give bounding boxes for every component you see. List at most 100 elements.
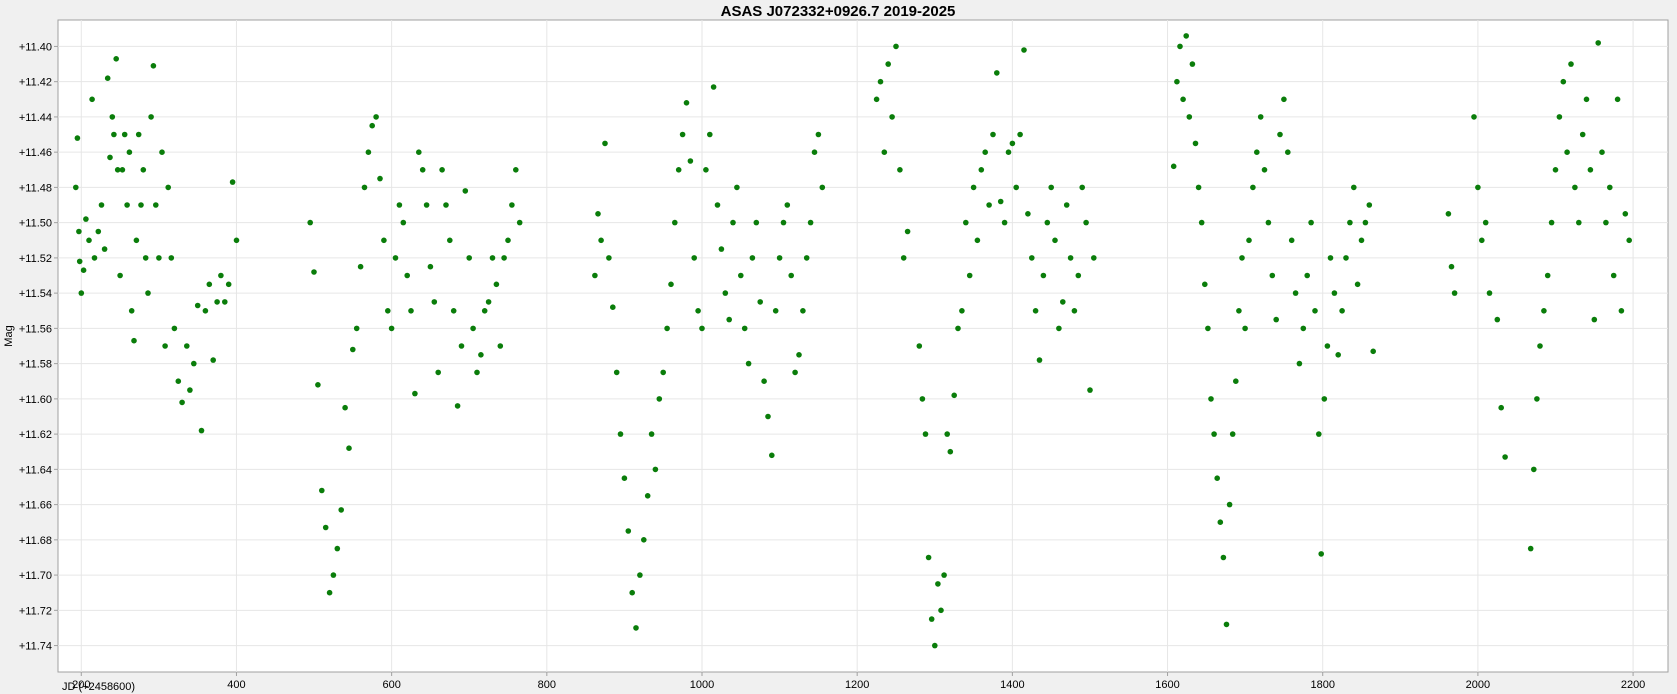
data-point	[807, 219, 814, 226]
data-point	[334, 545, 341, 552]
data-point	[104, 75, 111, 81]
data-point	[222, 299, 228, 305]
data-point	[1351, 184, 1357, 191]
data-point	[753, 219, 760, 226]
data-point	[168, 255, 175, 261]
data-point	[757, 299, 763, 305]
y-tick-label: +11.66	[19, 500, 52, 512]
data-point	[98, 202, 105, 208]
data-point	[1029, 255, 1035, 261]
data-point	[1498, 404, 1504, 411]
data-point	[660, 369, 666, 376]
data-point	[175, 378, 182, 385]
data-point	[1471, 114, 1477, 120]
data-point	[1071, 308, 1078, 314]
data-point	[904, 228, 911, 235]
data-point	[1021, 47, 1027, 53]
data-point	[83, 216, 89, 222]
data-point	[1316, 431, 1322, 437]
data-point	[1347, 219, 1353, 226]
data-point	[1192, 140, 1199, 147]
data-point	[986, 202, 992, 208]
data-point	[396, 202, 403, 208]
data-point	[202, 308, 209, 314]
data-point	[419, 167, 426, 173]
data-point	[412, 390, 418, 397]
data-point	[919, 396, 926, 402]
data-point	[1285, 149, 1291, 155]
data-point	[1583, 96, 1590, 103]
y-tick-label: +11.48	[19, 182, 52, 194]
data-point	[1239, 255, 1245, 261]
data-point	[1579, 131, 1586, 138]
data-point	[955, 325, 961, 332]
data-point	[210, 357, 216, 363]
data-point	[1568, 61, 1574, 67]
data-point	[1281, 96, 1287, 103]
data-point	[307, 219, 314, 226]
data-point	[889, 114, 895, 120]
data-point	[617, 431, 624, 437]
data-point	[800, 308, 806, 314]
data-point	[1079, 184, 1085, 191]
data-point	[625, 528, 632, 534]
data-point	[595, 211, 601, 217]
y-tick-label: +11.70	[19, 570, 52, 582]
data-point	[602, 140, 608, 147]
data-point	[1548, 219, 1555, 226]
data-point	[1233, 378, 1239, 385]
data-point	[922, 431, 929, 437]
data-point	[652, 466, 659, 473]
data-point	[443, 202, 449, 208]
data-point	[322, 524, 329, 531]
data-point	[938, 607, 944, 614]
data-point	[811, 149, 818, 155]
data-point	[113, 56, 119, 62]
data-point	[1229, 431, 1236, 437]
data-point	[388, 325, 395, 332]
data-point	[1292, 290, 1299, 296]
y-tick-label: +11.52	[19, 253, 52, 265]
data-point	[95, 228, 102, 235]
data-point	[788, 272, 794, 279]
data-point	[131, 337, 137, 344]
y-tick-label: +11.44	[19, 112, 52, 124]
data-point	[493, 281, 500, 288]
data-point	[641, 537, 647, 543]
data-point	[1211, 431, 1217, 437]
data-point	[315, 382, 321, 388]
data-point	[1269, 272, 1276, 279]
data-point	[1013, 184, 1019, 191]
data-point	[361, 184, 368, 191]
data-point	[707, 131, 713, 138]
data-point	[423, 202, 430, 208]
data-point	[1254, 149, 1260, 155]
y-tick-label: +11.74	[19, 641, 52, 653]
data-point	[214, 299, 220, 305]
data-point	[1265, 219, 1272, 226]
x-axis-ticks: 200 400 600 800 1000 1200 1400 1600 1800 2000 2200	[72, 672, 1645, 691]
data-point	[726, 316, 732, 323]
data-point	[1083, 219, 1089, 226]
data-point	[187, 387, 193, 393]
data-point	[1223, 621, 1230, 628]
data-point	[439, 167, 445, 173]
data-point	[1273, 316, 1279, 323]
data-point	[80, 267, 87, 274]
data-point	[1618, 308, 1625, 314]
data-point	[1479, 237, 1485, 244]
data-point	[648, 431, 655, 437]
data-point	[447, 237, 453, 244]
data-point	[1067, 255, 1074, 261]
data-point	[1358, 237, 1365, 244]
data-point	[1036, 357, 1043, 363]
data-point	[780, 219, 787, 226]
chart-title: ASAS J072332+0926.7 2019-2025	[721, 3, 956, 20]
data-point	[408, 308, 414, 314]
data-point	[738, 272, 744, 279]
y-tick-label: +11.62	[19, 429, 52, 441]
data-point	[357, 263, 364, 270]
y-tick-label: +11.46	[19, 147, 52, 159]
data-point	[1321, 396, 1328, 402]
data-point	[1537, 343, 1543, 349]
